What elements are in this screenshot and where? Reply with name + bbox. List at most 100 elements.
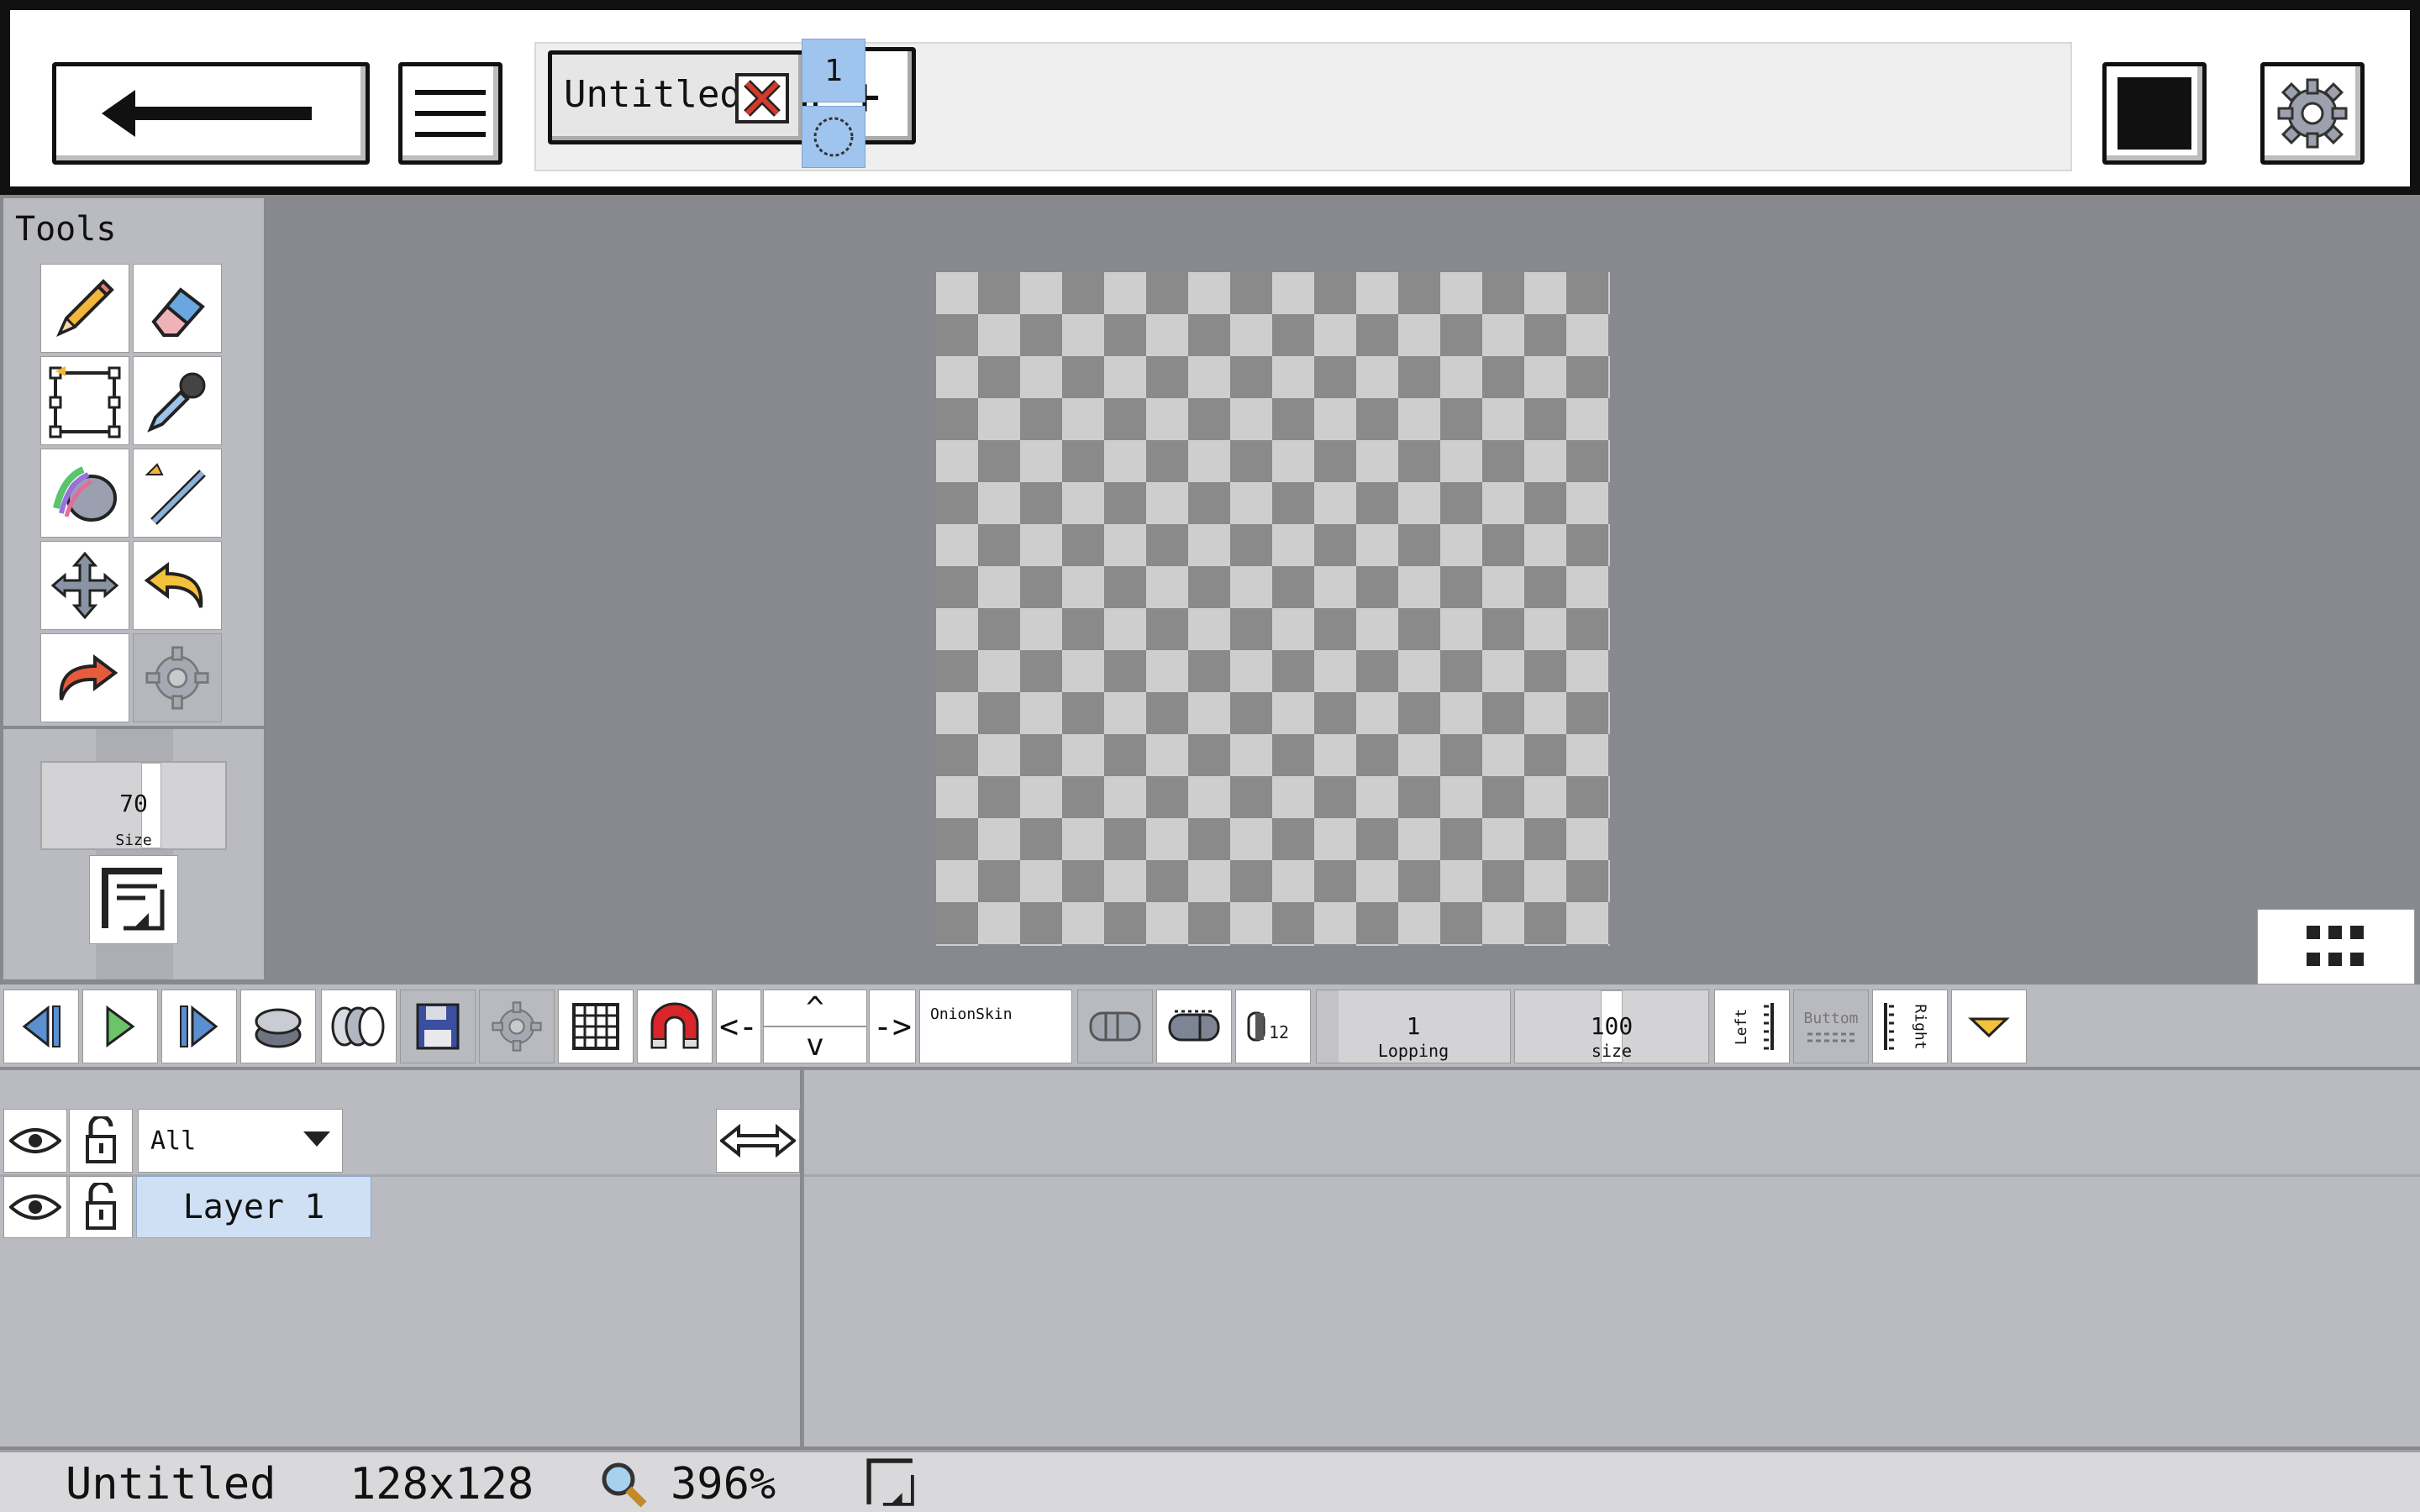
layers-button[interactable] <box>240 990 316 1063</box>
gear-icon <box>145 646 209 710</box>
color-swatch-button[interactable] <box>2102 62 2207 165</box>
align-left-icon <box>1763 1003 1774 1050</box>
gear-icon <box>2277 78 2348 149</box>
svg-text:12: 12 <box>1269 1022 1289 1042</box>
onion-prev-button[interactable] <box>1077 990 1153 1063</box>
brush-size-slider[interactable]: 70 Size <box>40 761 227 850</box>
brush-panel: 70 Size <box>3 729 264 979</box>
left-arrow-icon <box>102 90 312 137</box>
save-button[interactable] <box>400 990 476 1063</box>
drawing-canvas[interactable] <box>936 272 1610 946</box>
status-filename: Untitled <box>66 1459 276 1509</box>
chevron-down-icon <box>303 1131 330 1147</box>
lock-all-button[interactable] <box>69 1109 133 1173</box>
back-button[interactable] <box>52 62 370 165</box>
align-bottom-label: Buttom <box>1803 1009 1859 1027</box>
unlock-icon <box>86 1183 116 1230</box>
eye-icon <box>9 1128 61 1153</box>
resize-corner-icon <box>102 868 165 931</box>
bucket-icon <box>53 466 117 522</box>
visibility-all-button[interactable] <box>3 1109 67 1173</box>
undo-icon <box>144 562 203 608</box>
status-bar: Untitled 128x128 396% <box>0 1450 2420 1512</box>
eyedropper-icon <box>147 372 206 433</box>
onion-next-button[interactable] <box>1156 990 1232 1063</box>
onion-count-button[interactable]: 12 <box>1235 990 1311 1063</box>
move-tool-button[interactable] <box>40 541 129 630</box>
pencil-tool-button[interactable] <box>40 264 129 353</box>
triangle-down-icon <box>1968 1017 2010 1038</box>
select-tool-button[interactable] <box>40 356 129 445</box>
tab-untitled[interactable]: Untitled <box>548 50 807 144</box>
nav-up-button[interactable]: ^ <box>763 990 867 1026</box>
eye-icon <box>9 1194 61 1220</box>
looping-label: Lopping <box>1377 1041 1449 1061</box>
animation-toolbar: <- ^ v -> OnionSkin 12 1 Lopping 100 siz… <box>0 984 2420 1067</box>
nav-left-button[interactable]: <- <box>716 990 761 1063</box>
onion-skin-icon <box>331 1006 385 1047</box>
nav-right-button[interactable]: -> <box>869 990 916 1063</box>
status-zoom: 396% <box>671 1459 776 1509</box>
tab-close-button[interactable] <box>735 73 789 123</box>
pencil-icon <box>56 279 114 337</box>
animation-settings-button[interactable] <box>479 990 555 1063</box>
tool-settings-button[interactable] <box>133 633 222 722</box>
line-tool-button[interactable] <box>133 449 222 538</box>
move-icon <box>50 551 119 620</box>
eyedropper-tool-button[interactable] <box>133 356 222 445</box>
looping-slider[interactable]: 1 Lopping <box>1316 990 1511 1063</box>
align-bottom-button[interactable]: Buttom <box>1793 990 1869 1063</box>
undo-button[interactable] <box>133 541 222 630</box>
tools-panel: Tools <box>3 198 264 726</box>
brush-size-value: 70 <box>119 790 148 817</box>
tools-title: Tools <box>15 210 117 249</box>
layer-visibility-button[interactable] <box>3 1176 67 1238</box>
align-bottom-icon <box>1807 1032 1854 1042</box>
play-button[interactable] <box>82 990 158 1063</box>
snap-magnet-button[interactable] <box>637 990 713 1063</box>
align-left-button[interactable]: Left <box>1714 990 1790 1063</box>
brush-size-label: Size <box>115 832 152 849</box>
selection-icon <box>49 366 121 438</box>
color-swatch <box>2118 77 2191 150</box>
menu-button[interactable] <box>398 62 502 165</box>
collapse-button[interactable] <box>1951 990 2027 1063</box>
align-right-button[interactable]: Right <box>1872 990 1948 1063</box>
play-icon <box>106 1005 135 1047</box>
panel-toggle-button[interactable] <box>2257 909 2415 984</box>
eraser-tool-button[interactable] <box>133 264 222 353</box>
next-frame-button[interactable] <box>161 990 237 1063</box>
nav-down-button[interactable]: v <box>763 1026 867 1063</box>
align-right-icon <box>1883 1003 1894 1050</box>
close-x-icon <box>744 80 781 117</box>
onion-next-icon <box>1168 1010 1220 1042</box>
canvas-size-icon <box>866 1458 914 1506</box>
size-slider[interactable]: 100 size <box>1514 990 1709 1063</box>
timeline-header-divider <box>804 1174 2420 1177</box>
layer-filter-select[interactable]: All <box>138 1109 343 1173</box>
layer-item[interactable]: Layer 1 <box>136 1176 371 1238</box>
swap-panels-button[interactable] <box>716 1109 800 1173</box>
onion-skin-field[interactable]: OnionSkin <box>919 990 1072 1063</box>
tab-label: Untitled <box>564 73 742 116</box>
unlock-icon <box>86 1116 116 1163</box>
settings-button[interactable] <box>2260 62 2365 165</box>
onion-count-icon: 12 <box>1247 1011 1289 1042</box>
fill-tool-button[interactable] <box>40 449 129 538</box>
dots-grid-icon <box>2307 926 2364 966</box>
size-value: 100 <box>1590 1012 1634 1040</box>
frame-cell[interactable] <box>802 106 865 168</box>
next-frame-icon <box>180 1005 218 1048</box>
canvas-resize-button[interactable] <box>89 855 178 944</box>
redo-icon <box>59 654 118 701</box>
grid-icon <box>572 1003 619 1050</box>
prev-frame-button[interactable] <box>3 990 79 1063</box>
grid-button[interactable] <box>558 990 634 1063</box>
double-arrow-icon <box>720 1124 796 1158</box>
hamburger-menu-icon <box>415 90 486 137</box>
align-right-label: Right <box>1911 1003 1929 1050</box>
layer-lock-button[interactable] <box>69 1176 133 1238</box>
frame-number[interactable]: 1 <box>802 39 865 102</box>
onion-skin-button[interactable] <box>321 990 397 1063</box>
redo-button[interactable] <box>40 633 129 722</box>
